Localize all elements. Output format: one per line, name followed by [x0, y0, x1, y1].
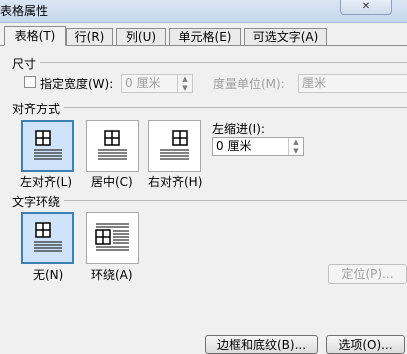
close-button[interactable]: ✕	[340, 0, 392, 15]
width-spinner[interactable]: 0 厘米 ▲ ▼	[121, 74, 193, 93]
align-center-label: 居中(C)	[91, 175, 133, 189]
width-value: 0 厘米	[125, 76, 161, 90]
spin-up-icon: ▲	[293, 138, 299, 146]
tab-row[interactable]: 行(R)	[66, 28, 113, 45]
tab-alt-text-label: 可选文字(A)	[252, 30, 319, 44]
wrapping-section-label: 文字环绕	[12, 195, 61, 209]
options-button[interactable]: 选项(O)...	[326, 335, 405, 354]
tab-cell-label: 单元格(E)	[178, 30, 232, 44]
tab-column[interactable]: 列(U)	[116, 28, 166, 45]
wrap-none-icon	[34, 222, 62, 252]
unit-value: 厘米	[302, 76, 327, 90]
width-spin-buttons[interactable]: ▲ ▼	[177, 75, 192, 92]
indent-spin-buttons[interactable]: ▲ ▼	[288, 138, 303, 155]
align-right-label: 右对齐(H)	[148, 175, 203, 189]
tab-column-label: 列(U)	[125, 30, 157, 44]
close-icon: ✕	[361, 1, 371, 12]
unit-label: 度量单位(M):	[213, 77, 285, 91]
align-center-icon	[98, 130, 127, 160]
preferred-width-checkbox[interactable]	[24, 76, 36, 88]
align-left-label: 左对齐(L)	[20, 175, 73, 189]
align-left-icon	[34, 130, 62, 160]
indent-spinner[interactable]: 0 厘米 ▲ ▼	[212, 137, 304, 156]
wrap-around-option[interactable]	[86, 212, 139, 264]
spin-up-icon: ▲	[182, 75, 188, 83]
tab-row-label: 行(R)	[74, 30, 105, 44]
spin-down-icon: ▼	[182, 83, 188, 92]
title-bar: 表格属性 ✕	[0, 0, 407, 23]
wrapping-divider	[64, 200, 407, 201]
unit-select[interactable]: 厘米	[298, 74, 407, 93]
spin-down-icon: ▼	[293, 146, 299, 155]
alignment-section-label: 对齐方式	[12, 102, 61, 116]
align-left-option[interactable]	[21, 120, 74, 172]
tab-table-label: 表格(T)	[14, 29, 56, 43]
tab-table[interactable]: 表格(T)	[4, 26, 66, 46]
indent-label: 左缩进(I):	[212, 122, 265, 136]
positioning-button[interactable]: 定位(P)...	[328, 264, 407, 284]
preferred-width-label: 指定宽度(W):	[40, 77, 114, 91]
align-center-option[interactable]	[86, 120, 139, 172]
window-title: 表格属性	[0, 4, 49, 18]
indent-value: 0 厘米	[216, 139, 252, 153]
size-section-label: 尺寸	[12, 57, 37, 71]
wrap-around-label: 环绕(A)	[91, 268, 133, 282]
size-divider	[40, 62, 407, 63]
tab-cell[interactable]: 单元格(E)	[169, 28, 241, 45]
wrap-none-label: 无(N)	[33, 268, 64, 282]
wrap-around-icon	[95, 223, 129, 251]
borders-shading-button[interactable]: 边框和底纹(B)...	[205, 335, 318, 354]
tab-alt-text[interactable]: 可选文字(A)	[244, 28, 327, 45]
align-right-option[interactable]	[148, 120, 201, 172]
alignment-divider	[64, 107, 407, 108]
wrap-none-option[interactable]	[21, 212, 74, 264]
align-right-icon	[160, 130, 189, 160]
